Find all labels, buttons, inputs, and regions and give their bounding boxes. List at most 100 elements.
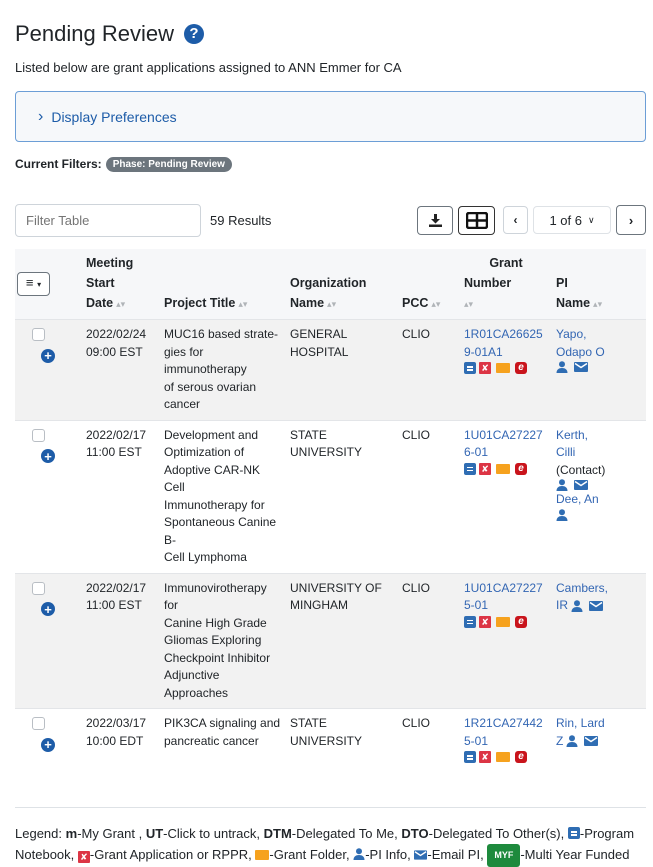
pdf-icon[interactable]: ✘: [479, 615, 491, 628]
envelope-icon[interactable]: [574, 362, 588, 372]
person-icon[interactable]: [556, 361, 568, 373]
intro-text: Listed below are grant applications assi…: [15, 60, 402, 75]
question-circle-icon[interactable]: ?: [183, 23, 204, 44]
legend-item: UT-Click to untrack,: [146, 826, 260, 841]
folder-icon[interactable]: [496, 752, 510, 762]
table-row: +2022/02/24 09:00 EST MUC16 based strate-g…: [15, 319, 646, 420]
person-icon[interactable]: [571, 599, 583, 612]
pi-name-link[interactable]: Yapo,: [556, 326, 642, 344]
current-filters-label: Current Filters:: [15, 157, 102, 171]
filter-pill[interactable]: Phase: Pending Review: [105, 156, 232, 172]
grant-number-link[interactable]: 1R21CA27442 5-01: [464, 715, 548, 750]
expand-row-icon[interactable]: +: [41, 348, 55, 363]
legend-item: MYF -Multi Year Funded: [487, 844, 630, 867]
pcc-cell: CLIO: [398, 708, 460, 769]
legend-text: -Click to untrack,: [163, 826, 260, 841]
eapp-icon[interactable]: e: [515, 462, 527, 475]
person-icon[interactable]: [556, 479, 568, 491]
meeting-date-cell: 2022/02/17 11:00 EST: [82, 572, 160, 709]
filter-table-input[interactable]: [15, 203, 201, 237]
pi-name-link[interactable]: Kerth,: [556, 427, 642, 445]
pdf-icon[interactable]: ✘: [479, 751, 491, 763]
meeting-date-cell: 2022/03/17 10:00 EDT: [82, 708, 160, 769]
pi-name-cell: Cambers, IR: [552, 572, 646, 709]
program-notebook-icon[interactable]: [464, 362, 476, 374]
header-pcc[interactable]: PCC ▴▾: [398, 249, 460, 320]
prev-page-button[interactable]: ‹: [503, 206, 528, 234]
envelope-icon[interactable]: [589, 600, 603, 611]
grant-number-link[interactable]: 1U01CA27227 5-01: [464, 580, 548, 615]
header-meeting-start-date[interactable]: Meeting Start Date ▴▾: [82, 249, 160, 320]
column-menu-button[interactable]: ≡ ▾: [17, 272, 50, 296]
legend-text: -Multi Year Funded: [520, 847, 630, 862]
row-checkbox[interactable]: [32, 717, 45, 730]
person-icon[interactable]: [566, 735, 578, 748]
organization-cell: GENERAL HOSPITAL: [286, 319, 398, 420]
divider: [15, 807, 646, 808]
next-page-button[interactable]: ›: [616, 205, 646, 235]
pi-name-link[interactable]: Rin, Lard: [556, 715, 642, 733]
folder-icon[interactable]: [496, 463, 510, 474]
pi-name-link[interactable]: IR: [556, 597, 568, 615]
envelope-icon[interactable]: [584, 736, 599, 747]
page-header: Pending Review ?: [15, 0, 645, 50]
program-notebook-icon[interactable]: [464, 462, 476, 475]
pdf-icon[interactable]: ✘: [479, 462, 491, 475]
header-grant-number[interactable]: Grant Number ▴▾: [460, 249, 552, 320]
envelope-icon: [414, 845, 428, 866]
project-title-cell: Development and Optimization of Adoptive C…: [160, 419, 286, 573]
page-select-value: 1 of 6: [549, 212, 582, 228]
pi-name-link[interactable]: Dee, An: [556, 491, 642, 509]
envelope-icon[interactable]: [574, 480, 588, 490]
header-pi-name[interactable]: PI Name ▴▾: [552, 249, 646, 320]
grant-number-cell: 1R01CA26625 9-01A1 ✘ e: [460, 319, 552, 420]
row-checkbox[interactable]: [32, 581, 45, 595]
page-select[interactable]: 1 of 6 ∨: [533, 206, 611, 234]
eapp-icon[interactable]: e: [515, 615, 527, 628]
project-title-cell: Immunovirotherapy for Canine High Grade Gl…: [160, 572, 286, 709]
legend-key: DTM: [263, 826, 292, 841]
legend-item: DTO-Delegated To Other(s),: [401, 826, 564, 841]
table-header-row: ≡ ▾ Meeting Start Date ▴▾ Project Title ▴▾…: [15, 249, 646, 320]
header-organization-name[interactable]: Organization Name ▴▾: [286, 249, 398, 320]
program-notebook-icon[interactable]: [464, 751, 476, 763]
program-notebook-icon[interactable]: [464, 615, 476, 628]
pi-name-link[interactable]: Z: [556, 733, 563, 751]
person-icon[interactable]: [556, 508, 568, 521]
eapp-icon[interactable]: e: [515, 362, 527, 374]
grant-number-link[interactable]: 1R01CA26625 9-01A1: [464, 326, 548, 361]
column-toggle-button[interactable]: [458, 205, 495, 235]
row-checkbox[interactable]: [32, 428, 45, 442]
select-cell: +: [15, 708, 82, 769]
pi-name-link[interactable]: Odapo O: [556, 344, 642, 362]
table-grid-icon: [465, 211, 488, 229]
expand-row-icon[interactable]: +: [41, 449, 55, 463]
download-button[interactable]: [417, 205, 453, 235]
expand-row-icon[interactable]: +: [41, 602, 55, 616]
header-project-title[interactable]: Project Title ▴▾: [160, 249, 286, 320]
legend-text: -Email PI,: [427, 847, 484, 862]
pdf-icon[interactable]: ✘: [479, 362, 491, 374]
grant-number-cell: 1R21CA27442 5-01 ✘ e: [460, 708, 552, 769]
expand-row-icon[interactable]: +: [41, 737, 55, 752]
row-checkbox[interactable]: [32, 328, 45, 341]
grant-number-link[interactable]: 1U01CA27227 6-01: [464, 427, 548, 462]
folder-icon[interactable]: [496, 363, 510, 373]
page-title: Pending Review: [15, 20, 174, 46]
display-preferences-label: Display Preferences: [51, 108, 177, 125]
person-icon: [353, 845, 365, 860]
pi-name-link[interactable]: Cilli: [556, 444, 642, 462]
page: Pending Review ? Listed below are grant …: [0, 0, 653, 867]
legend-item: m-My Grant ,: [66, 826, 143, 841]
legend: Legend: m-My Grant , UT-Click to untrack…: [15, 823, 646, 867]
myf-badge: MYF: [487, 844, 521, 867]
pi-name-link[interactable]: Cambers,: [556, 580, 642, 598]
eapp-icon[interactable]: e: [515, 751, 527, 763]
legend-text: -PI Info,: [365, 847, 411, 862]
pdf-icon: ✘: [77, 851, 90, 863]
legend-item: -PI Info,: [353, 847, 411, 862]
folder-icon[interactable]: [496, 616, 510, 627]
display-preferences-toggle[interactable]: › Display Preferences: [15, 91, 646, 142]
sort-icon: ▴▾: [593, 299, 603, 309]
grant-icons: ✘ e: [464, 751, 548, 763]
